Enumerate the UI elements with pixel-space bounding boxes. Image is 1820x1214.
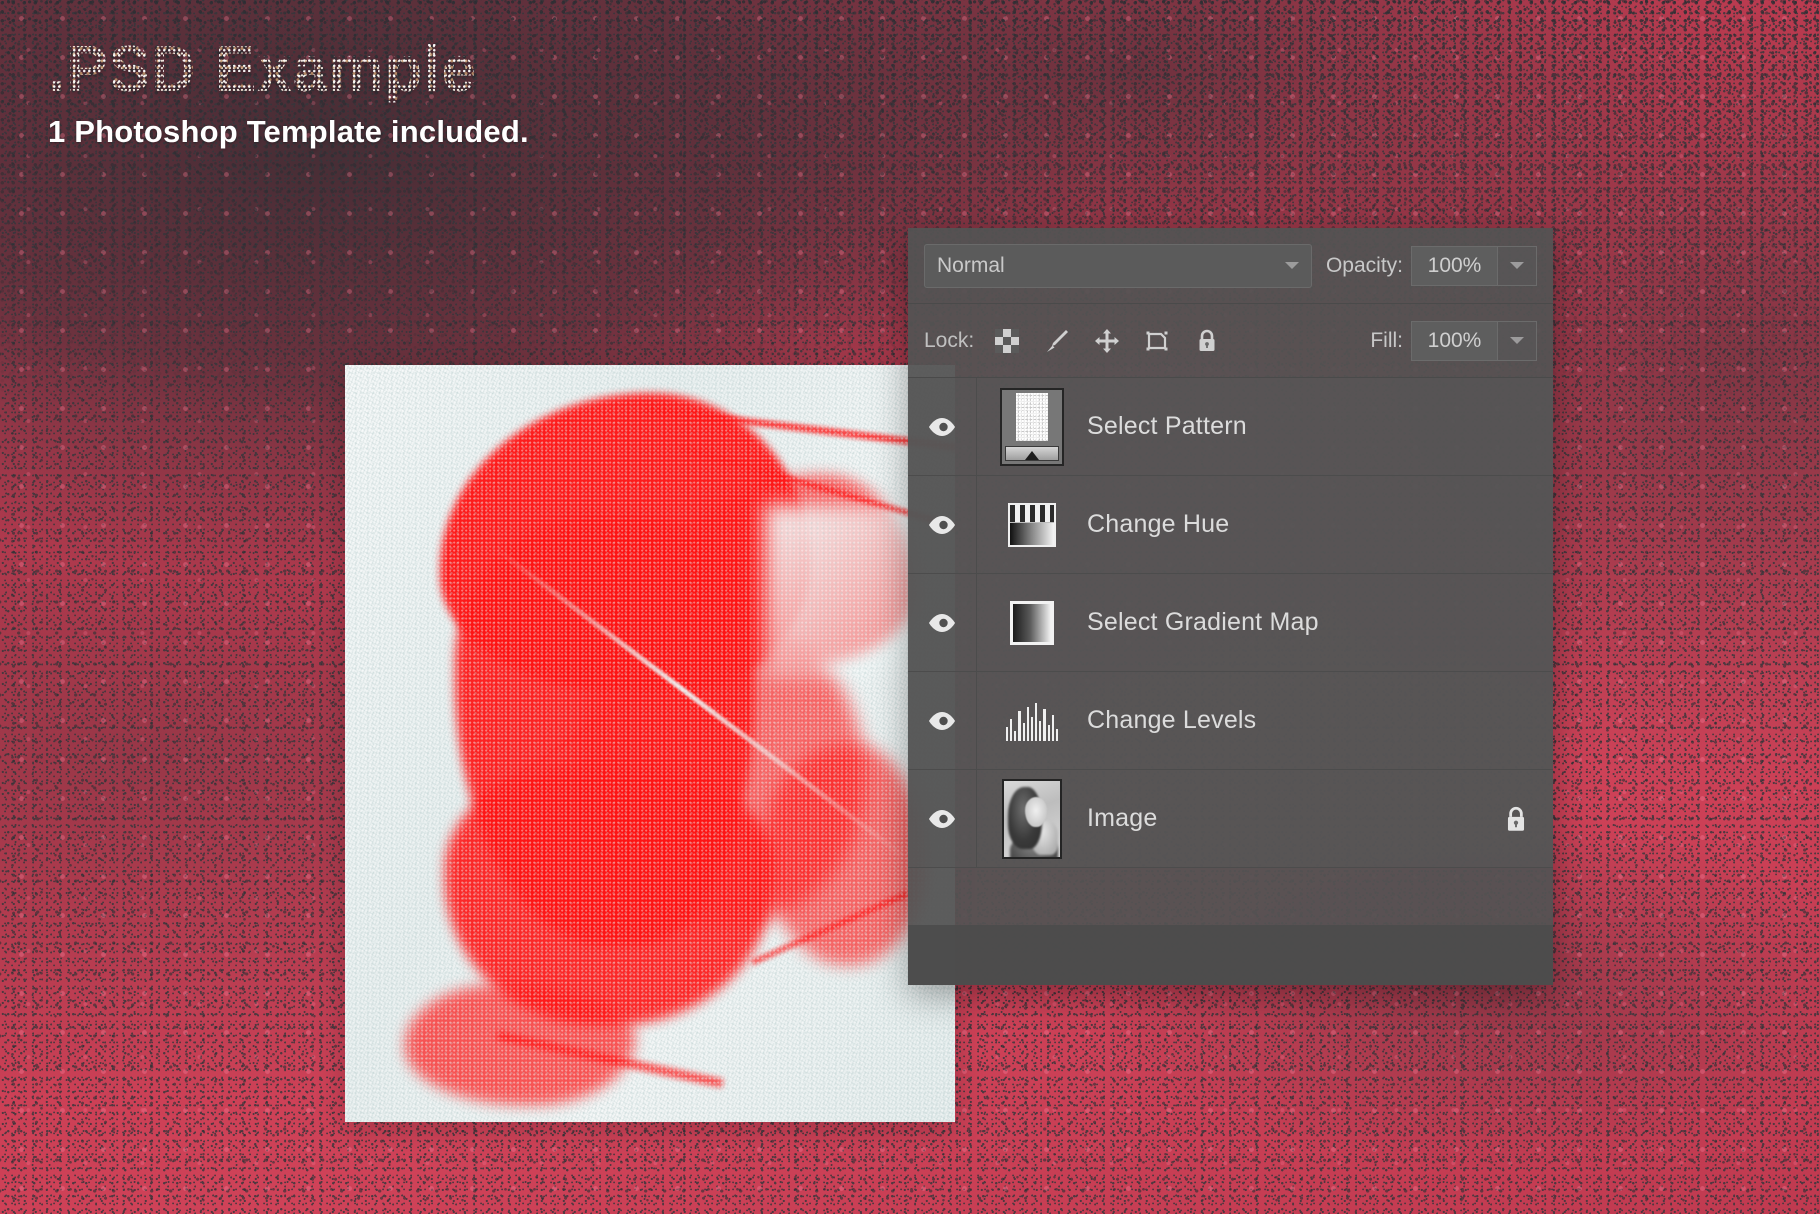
layer-name: Change Levels <box>1087 706 1479 735</box>
chevron-down-icon <box>1285 262 1299 269</box>
layer-row[interactable]: Select Gradient Map <box>908 574 1553 672</box>
eye-icon <box>927 514 957 536</box>
layer-visibility-toggle[interactable] <box>908 672 977 769</box>
layer-row[interactable]: Image <box>908 770 1553 868</box>
eye-icon <box>927 710 957 732</box>
lock-icon <box>1502 804 1530 834</box>
blend-opacity-row: Normal Opacity: 100% <box>908 228 1553 304</box>
lock-row: Lock: <box>908 304 1553 378</box>
lock-position-icon[interactable] <box>1094 328 1120 354</box>
layer-thumbnail[interactable] <box>977 779 1087 859</box>
blend-mode-value: Normal <box>937 254 1285 278</box>
layer-lock-indicator <box>1479 804 1553 834</box>
page-subtitle: 1 Photoshop Template included. <box>48 114 808 150</box>
eye-icon <box>927 808 957 830</box>
lock-toggle-group <box>994 328 1220 354</box>
headline-block: .PSD Example 1 Photoshop Template includ… <box>48 38 808 150</box>
artwork-red-portrait <box>345 365 955 1122</box>
artwork-preview <box>345 365 955 1122</box>
fill-stepper-button[interactable] <box>1497 321 1537 361</box>
lock-image-pixels-icon[interactable] <box>1044 328 1070 354</box>
prevent-artboard-nesting-icon[interactable] <box>1144 328 1170 354</box>
panel-footer <box>908 925 1553 985</box>
layer-visibility-toggle[interactable] <box>908 378 977 475</box>
layer-name: Select Gradient Map <box>1087 608 1479 637</box>
blend-mode-select[interactable]: Normal <box>924 244 1312 288</box>
eye-icon <box>927 416 957 438</box>
opacity-input[interactable]: 100% <box>1411 246 1497 286</box>
page-title: .PSD Example <box>48 38 808 102</box>
layer-name: Select Pattern <box>1087 412 1479 441</box>
layer-thumbnail[interactable] <box>977 388 1087 466</box>
fill-input[interactable]: 100% <box>1411 321 1497 361</box>
gradient-map-adjustment-icon <box>1010 601 1054 645</box>
layer-visibility-toggle[interactable] <box>908 770 977 867</box>
layer-row[interactable]: Select Pattern <box>908 378 1553 476</box>
portrait-photo-thumbnail <box>1002 779 1062 859</box>
layer-visibility-toggle[interactable] <box>908 476 977 573</box>
layer-row[interactable]: Change Hue <box>908 476 1553 574</box>
layers-list: Select Pattern Change Hue <box>908 378 1553 925</box>
photoshop-layers-panel: Normal Opacity: 100% Lock: <box>908 228 1553 985</box>
chevron-down-icon <box>1510 262 1524 269</box>
hue-saturation-adjustment-icon <box>1008 503 1056 547</box>
layer-visibility-toggle[interactable] <box>908 574 977 671</box>
layer-thumbnail[interactable] <box>977 601 1087 645</box>
poster-canvas: .PSD Example 1 Photoshop Template includ… <box>0 0 1820 1214</box>
lock-label: Lock: <box>924 329 974 353</box>
eye-icon <box>927 612 957 634</box>
levels-histogram-icon <box>1006 701 1058 741</box>
opacity-stepper-button[interactable] <box>1497 246 1537 286</box>
layer-name: Change Hue <box>1087 510 1479 539</box>
layer-row[interactable]: Change Levels <box>908 672 1553 770</box>
pattern-fill-thumbnail <box>1000 388 1064 466</box>
fill-group: Fill: 100% <box>1370 321 1537 361</box>
layer-thumbnail[interactable] <box>977 503 1087 547</box>
opacity-group: Opacity: 100% <box>1326 246 1537 286</box>
chevron-down-icon <box>1510 337 1524 344</box>
opacity-label: Opacity: <box>1326 254 1403 278</box>
fill-label: Fill: <box>1370 329 1403 353</box>
layer-name: Image <box>1087 804 1479 833</box>
layer-thumbnail[interactable] <box>977 701 1087 741</box>
lock-transparent-pixels-icon[interactable] <box>994 328 1020 354</box>
lock-all-icon[interactable] <box>1194 328 1220 354</box>
